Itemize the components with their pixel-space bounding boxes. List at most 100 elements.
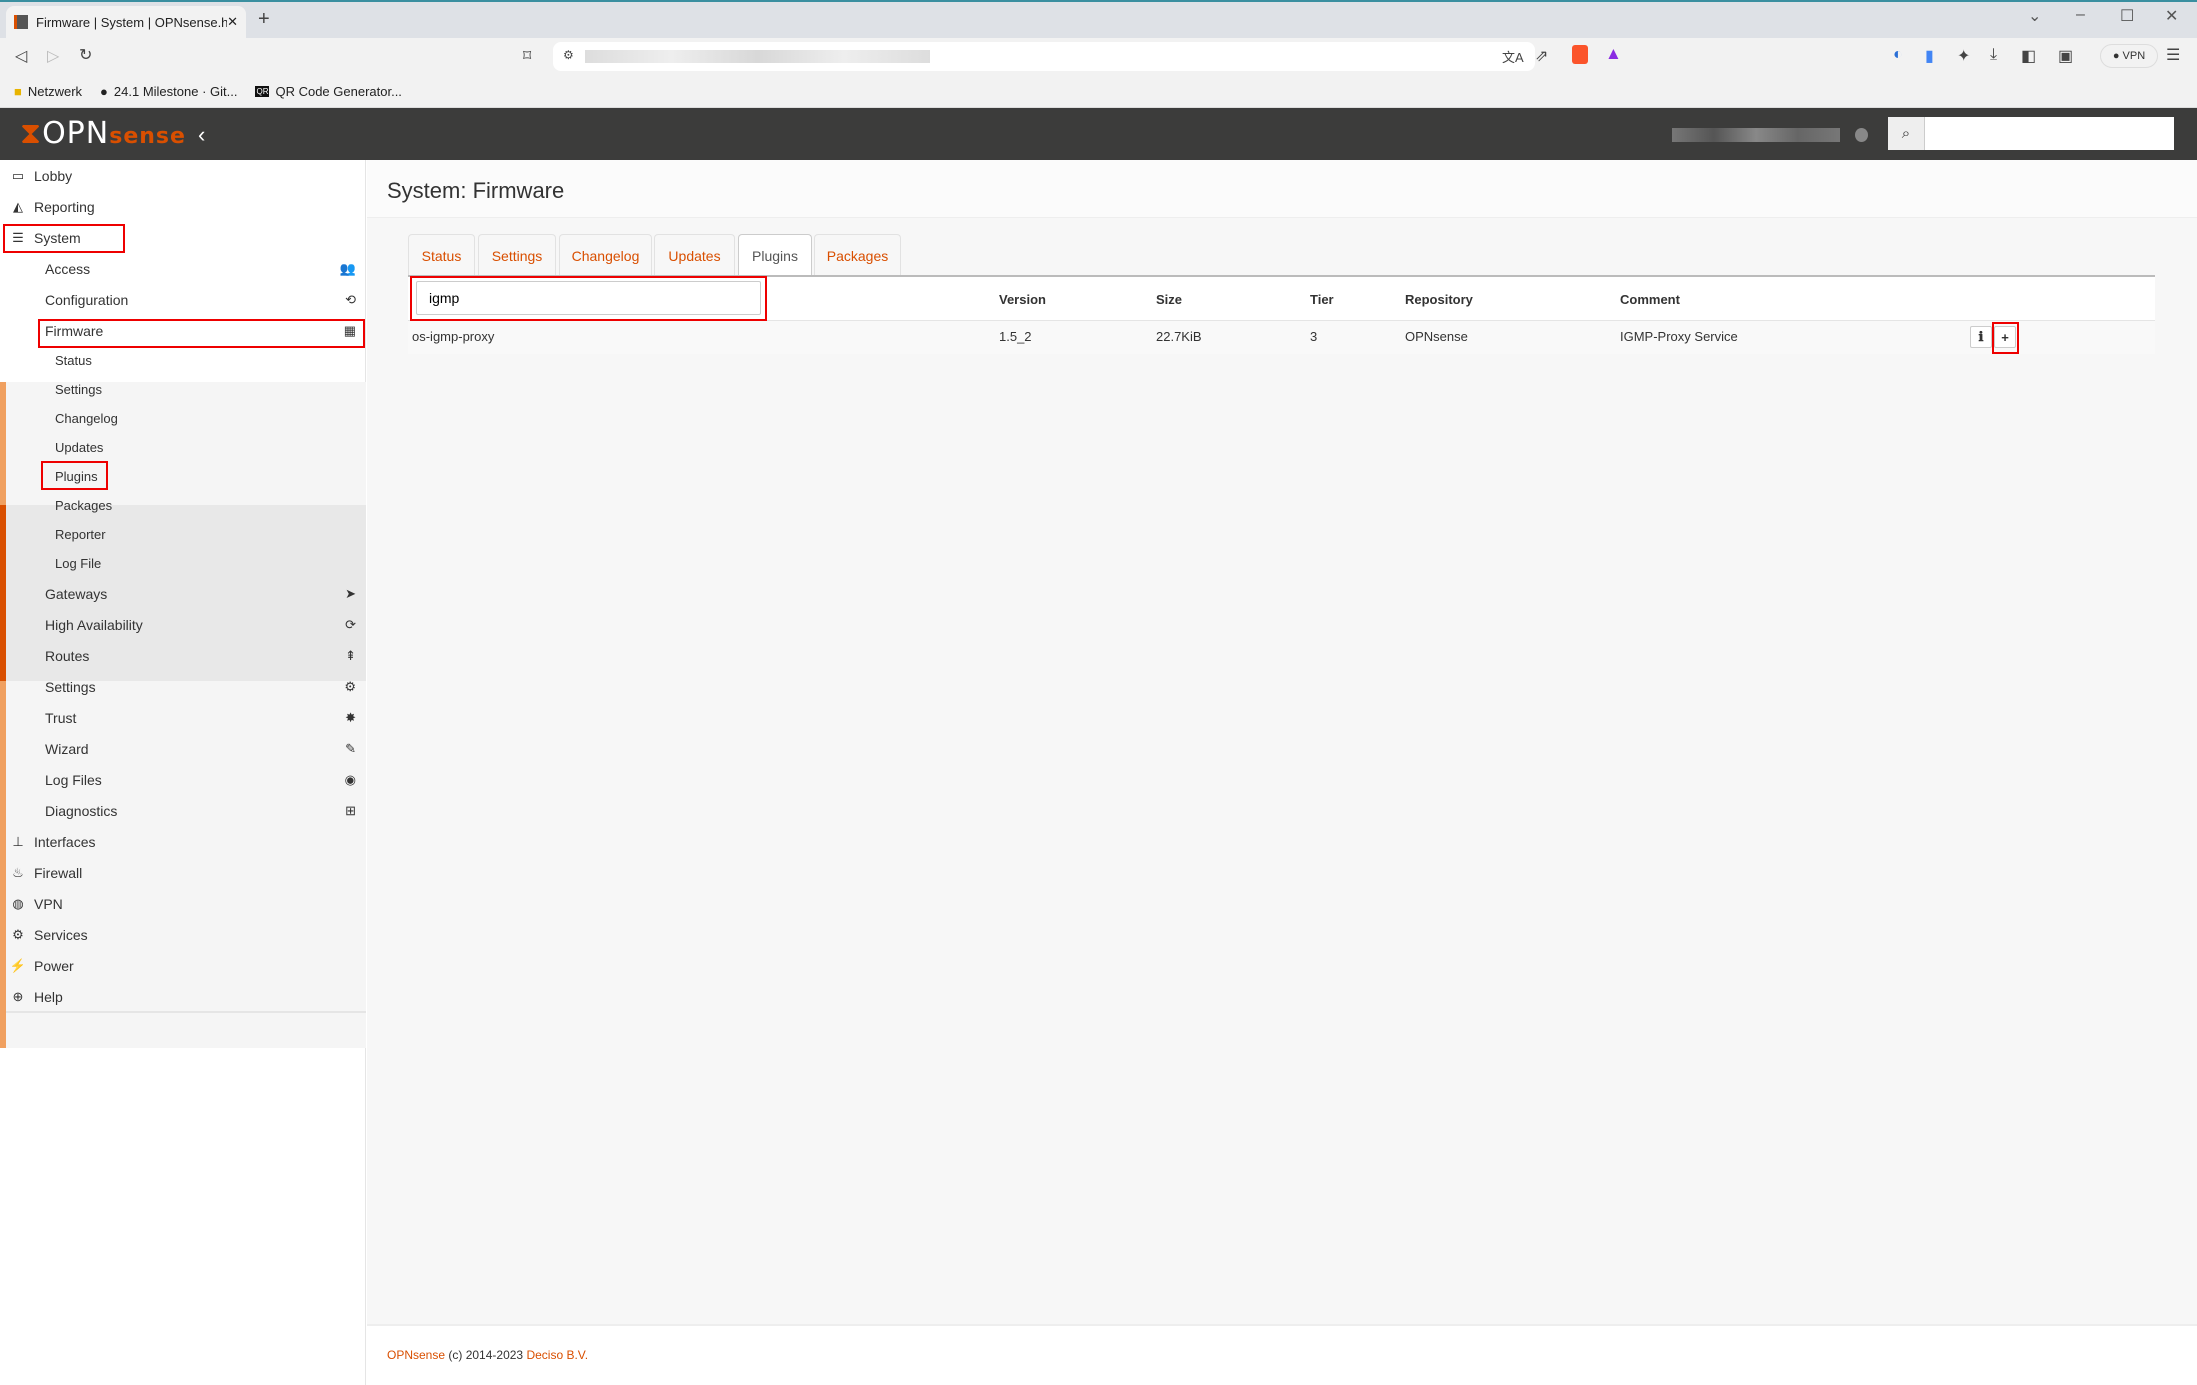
sidebar-item-lobby[interactable]: ▭ Lobby xyxy=(0,160,366,191)
sidebar-firmware-status[interactable]: Status xyxy=(0,346,366,375)
sidebar-firmware-log-file[interactable]: Log File xyxy=(0,549,366,578)
sidebar-item-trust[interactable]: Trust ✸ xyxy=(0,702,366,733)
close-window-icon[interactable]: ✕ xyxy=(2165,6,2178,26)
footer xyxy=(367,1324,2197,1385)
column-header-tier[interactable]: Tier xyxy=(1310,292,1334,307)
sidebar-firmware-packages[interactable]: Packages xyxy=(0,491,366,520)
sidebar-item-log-files[interactable]: Log Files ◉ xyxy=(0,764,366,795)
sidebar-firmware-settings[interactable]: Settings xyxy=(0,375,366,404)
sidebar-item-firewall[interactable]: ♨ Firewall xyxy=(0,857,366,888)
page-title: System: Firmware xyxy=(387,178,565,203)
column-header-version[interactable]: Version xyxy=(999,292,1046,307)
sidebar-item-gateways[interactable]: Gateways ➤ xyxy=(0,578,366,609)
plugin-search-input[interactable] xyxy=(416,281,761,315)
sidebar-item-label: Help xyxy=(34,988,63,1005)
maximize-icon[interactable]: ☐ xyxy=(2120,6,2134,26)
sidebar-item-interfaces[interactable]: ⊥ Interfaces xyxy=(0,826,366,857)
tab-updates[interactable]: Updates xyxy=(654,234,735,276)
bookmark-qr-generator[interactable]: QR QR Code Generator... xyxy=(255,84,402,99)
download-icon[interactable]: ⤓ xyxy=(1990,46,1997,64)
logo-text: OPN xyxy=(42,116,110,151)
qr-icon: QR xyxy=(255,86,270,97)
life-ring-icon: ⊕ xyxy=(12,988,24,1004)
opnsense-logo[interactable]: ⧗OPNsense xyxy=(20,116,186,151)
opnsense-link[interactable]: OPNsense xyxy=(387,1348,445,1362)
install-button[interactable]: + xyxy=(1994,326,2016,348)
sidebar-firmware-changelog[interactable]: Changelog xyxy=(0,404,366,433)
sidebar: ▭ Lobby ◭ Reporting ☰ System Access 👥 Configurat… xyxy=(0,160,366,1385)
sidebar-item-reporting[interactable]: ◭ Reporting xyxy=(0,191,366,222)
fire-icon: ♨ xyxy=(12,864,24,880)
global-search-input[interactable] xyxy=(1925,117,2174,150)
sidebar-item-settings[interactable]: Settings ⚙ xyxy=(0,671,366,702)
eye-icon: ◉ xyxy=(344,771,356,787)
extension-password-icon[interactable]: ◐ xyxy=(1893,46,1903,64)
tab-changelog[interactable]: Changelog xyxy=(559,234,652,276)
server-icon: ☰ xyxy=(12,229,24,245)
sidebar-item-high-availability[interactable]: High Availability ⟳ xyxy=(0,609,366,640)
signpost-icon: ⇞ xyxy=(345,647,356,663)
search-icon: ⌕ xyxy=(1888,117,1925,150)
sidebar-item-help[interactable]: ⊕ Help xyxy=(0,981,366,1012)
share-icon[interactable]: ⇗ xyxy=(1535,46,1548,66)
browser-tab[interactable]: Firmware | System | OPNsense.ho ✕ xyxy=(6,6,246,38)
hostname-blurred xyxy=(1672,128,1840,142)
bookmark-icon[interactable]: ⌑ xyxy=(523,46,531,66)
sidebar-divider xyxy=(6,1011,366,1013)
title-bar xyxy=(367,160,2197,218)
info-button[interactable]: ℹ xyxy=(1970,326,1992,348)
sidebar-item-vpn[interactable]: ◍ VPN xyxy=(0,888,366,919)
sidebar-item-access[interactable]: Access 👥 xyxy=(0,253,366,284)
plugin-name: os-igmp-proxy xyxy=(412,329,495,344)
extension-translate-icon[interactable]: ▮ xyxy=(1925,46,1934,66)
bookmark-netzwerk[interactable]: ■ Netzwerk xyxy=(14,84,82,99)
minimize-icon[interactable]: – xyxy=(2076,6,2085,24)
copyright: (c) 2014-2023 xyxy=(448,1348,524,1362)
sidebar-firmware-reporter[interactable]: Reporter xyxy=(0,520,366,549)
bookmarks-bar: ■ Netzwerk ● 24.1 Milestone · Git... QR QR … xyxy=(0,76,2197,108)
sidebar-item-wizard[interactable]: Wizard ✎ xyxy=(0,733,366,764)
tab-settings[interactable]: Settings xyxy=(478,234,556,276)
brave-rewards-icon[interactable]: ▲ xyxy=(1605,44,1622,64)
translate-icon[interactable]: 文A xyxy=(1502,47,1524,66)
tab-plugins[interactable]: Plugins xyxy=(738,234,812,277)
global-search[interactable]: ⌕ xyxy=(1888,117,2174,150)
reload-icon[interactable]: ↻ xyxy=(79,45,92,65)
forward-icon[interactable]: ▷ xyxy=(47,46,59,66)
sidebar-item-routes[interactable]: Routes ⇞ xyxy=(0,640,366,671)
bookmark-github-milestone[interactable]: ● 24.1 Milestone · Git... xyxy=(100,84,237,99)
site-settings-icon[interactable]: ⚙ xyxy=(563,48,574,62)
wallet-icon[interactable]: ▣ xyxy=(2058,46,2073,66)
vpn-button[interactable]: ● VPN xyxy=(2100,44,2158,68)
sidebar-item-label: Firmware xyxy=(45,322,104,339)
sidebar-item-label: Routes xyxy=(45,647,90,664)
column-header-repository[interactable]: Repository xyxy=(1405,292,1473,307)
column-header-comment[interactable]: Comment xyxy=(1620,292,1680,307)
sidebar-item-power[interactable]: ⚡ Power xyxy=(0,950,366,981)
menu-icon[interactable]: ☰ xyxy=(2166,45,2180,65)
deciso-link[interactable]: Deciso B.V. xyxy=(526,1348,588,1362)
vpn-label: VPN xyxy=(2122,50,2146,62)
sidebar-item-services[interactable]: ⚙ Services xyxy=(0,919,366,950)
column-header-size[interactable]: Size xyxy=(1156,292,1182,307)
sidebar-item-configuration[interactable]: Configuration ⟲ xyxy=(0,284,366,315)
extensions-icon[interactable]: ✦ xyxy=(1957,46,1970,66)
collapse-sidebar-icon[interactable]: ‹ xyxy=(198,122,205,148)
sidebar-firmware-plugins[interactable]: Plugins xyxy=(0,462,366,491)
sidebar-item-label: Settings xyxy=(55,382,102,397)
brave-shield-icon[interactable] xyxy=(1572,45,1588,64)
tab-search-icon[interactable]: ⌄ xyxy=(2028,6,2041,26)
sidebar-item-diagnostics[interactable]: Diagnostics ⊞ xyxy=(0,795,366,826)
new-tab-button[interactable]: + xyxy=(258,8,270,31)
back-icon[interactable]: ◁ xyxy=(15,46,27,66)
sidebar-item-label: Plugins xyxy=(55,469,98,484)
close-tab-icon[interactable]: ✕ xyxy=(227,14,238,30)
tab-status[interactable]: Status xyxy=(408,234,475,276)
certificate-icon: ✸ xyxy=(345,709,356,725)
sidebar-item-firmware[interactable]: Firmware ▦ xyxy=(0,315,366,346)
sidebar-toggle-icon[interactable]: ◧ xyxy=(2021,46,2036,66)
sidebar-item-system[interactable]: ☰ System xyxy=(0,222,366,253)
tab-packages[interactable]: Packages xyxy=(814,234,901,276)
sidebar-firmware-updates[interactable]: Updates xyxy=(0,433,366,462)
url-text-blurred xyxy=(585,50,930,63)
